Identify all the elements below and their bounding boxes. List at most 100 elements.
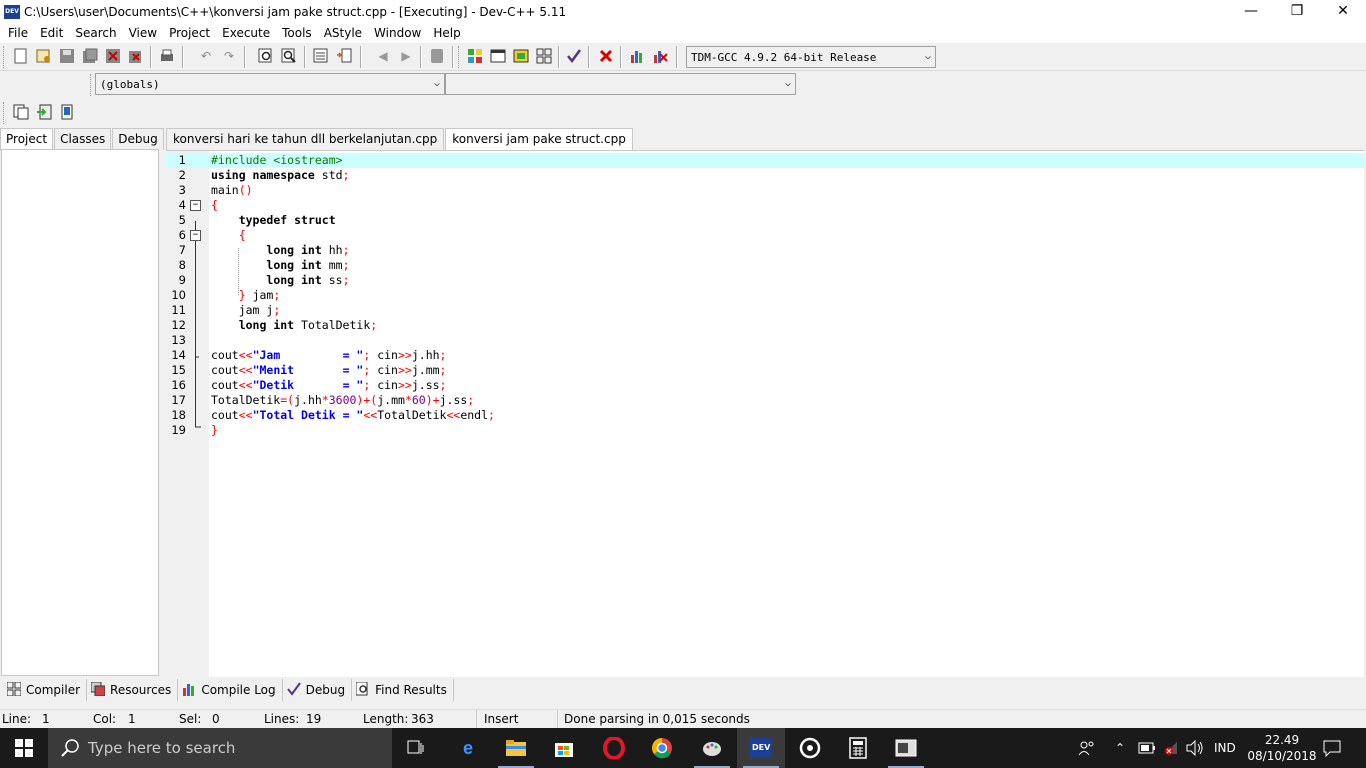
run-icon[interactable] <box>489 47 507 65</box>
start-button[interactable] <box>0 728 48 768</box>
tab-file-konversi-hari[interactable]: konversi hari ke tahun dll berkelanjutan… <box>166 128 444 150</box>
menu-tools[interactable]: Tools <box>276 26 318 40</box>
toolbar-grip[interactable] <box>3 102 6 124</box>
fold-collapse-icon[interactable]: − <box>190 230 201 241</box>
indent-icon[interactable] <box>312 47 330 65</box>
open-file-icon[interactable] <box>35 47 53 65</box>
save-icon[interactable] <box>58 47 76 65</box>
code-token: )+ <box>426 393 440 407</box>
edge-icon[interactable]: e <box>444 728 492 768</box>
toolbar-grip[interactable] <box>3 46 6 68</box>
obs-icon[interactable] <box>786 728 834 768</box>
menu-window[interactable]: Window <box>368 26 427 40</box>
tab-label: Resources <box>110 683 171 697</box>
restore-button[interactable]: ❐ <box>1274 0 1320 22</box>
goto-forward-icon[interactable]: ▶ <box>397 47 415 65</box>
volume-icon[interactable] <box>1185 728 1205 768</box>
print-icon[interactable] <box>158 47 176 65</box>
code-line: 7 long int hh; <box>166 243 1364 258</box>
project-tree-panel[interactable] <box>1 149 159 676</box>
menu-view[interactable]: View <box>123 26 163 40</box>
toolbar-grip[interactable] <box>458 46 461 68</box>
store-icon[interactable] <box>540 728 588 768</box>
input-language[interactable]: IND <box>1214 728 1236 768</box>
devcpp-taskbar-icon[interactable]: DEV <box>737 728 785 768</box>
paint-icon[interactable] <box>688 728 736 768</box>
code-token: TotalDetik <box>294 318 370 332</box>
code-token: * <box>322 393 329 407</box>
line-number: 13 <box>166 333 186 348</box>
stop-execution-icon[interactable] <box>597 47 615 65</box>
code-token: ; <box>273 303 280 317</box>
undo-icon[interactable]: ↶ <box>197 47 215 65</box>
menu-file[interactable]: File <box>2 26 34 40</box>
status-insert-mode: Insert <box>484 712 518 726</box>
rebuild-all-icon[interactable] <box>535 47 553 65</box>
line-number: 12 <box>166 318 186 333</box>
devcpp-app-icon[interactable]: DEV <box>4 5 20 19</box>
project-options-icon[interactable] <box>58 103 76 121</box>
close-all-icon[interactable] <box>127 47 145 65</box>
code-editor[interactable]: 1#include <iostream> 2using namespace st… <box>166 150 1364 677</box>
scope-select[interactable]: (globals) ⌵ <box>95 73 445 95</box>
calculator-icon[interactable] <box>834 728 882 768</box>
add-to-project-icon[interactable] <box>35 103 53 121</box>
new-file-icon[interactable] <box>12 47 30 65</box>
status-col-value: 1 <box>128 712 136 726</box>
file-explorer-icon[interactable] <box>492 728 540 768</box>
redo-icon[interactable]: ↷ <box>220 47 238 65</box>
people-icon[interactable] <box>1078 728 1096 768</box>
profile-icon[interactable] <box>628 47 646 65</box>
menu-search[interactable]: Search <box>69 26 122 40</box>
battery-icon[interactable] <box>1138 728 1156 768</box>
goto-back-icon[interactable]: ◀ <box>374 47 392 65</box>
toggle-bookmark-icon[interactable] <box>428 47 446 65</box>
tab-compile-log[interactable]: Compile Log <box>178 679 282 701</box>
network-disconnected-icon[interactable] <box>1163 728 1181 768</box>
console-window-icon[interactable] <box>882 728 930 768</box>
menu-edit[interactable]: Edit <box>34 26 69 40</box>
tab-resources[interactable]: Resources <box>87 679 178 701</box>
save-all-icon[interactable] <box>81 47 99 65</box>
tab-project[interactable]: Project <box>0 128 53 151</box>
minimize-button[interactable]: — <box>1228 0 1274 22</box>
task-view-icon[interactable] <box>392 728 440 768</box>
fold-collapse-icon[interactable]: − <box>190 200 201 211</box>
menu-help[interactable]: Help <box>427 26 466 40</box>
member-select[interactable]: ⌵ <box>445 73 796 95</box>
code-token: TotalDetik <box>211 393 280 407</box>
chrome-icon[interactable] <box>638 728 686 768</box>
tab-classes[interactable]: Classes <box>54 128 111 150</box>
tab-compiler[interactable]: Compiler <box>3 679 87 701</box>
compiler-select[interactable]: TDM-GCC 4.9.2 64-bit Release ⌵ <box>686 46 936 68</box>
clock[interactable]: 22.49 08/10/2018 <box>1244 728 1320 768</box>
taskbar-search-box[interactable]: Type here to search <box>48 728 392 768</box>
tab-debug-output[interactable]: Debug <box>283 679 352 701</box>
tab-file-konversi-jam[interactable]: konversi jam pake struct.cpp <box>445 128 633 150</box>
replace-icon[interactable] <box>280 47 298 65</box>
new-project-icon[interactable] <box>12 103 30 121</box>
chevron-up-icon[interactable]: ⌃ <box>1115 728 1125 768</box>
tab-find-results[interactable]: Find Results <box>352 679 454 701</box>
menu-execute[interactable]: Execute <box>216 26 276 40</box>
tab-debug[interactable]: Debug <box>112 128 163 150</box>
line-number: 14 <box>166 348 186 363</box>
close-file-icon[interactable] <box>104 47 122 65</box>
code-token: >> <box>398 363 412 377</box>
delete-profile-icon[interactable] <box>651 47 669 65</box>
find-icon[interactable] <box>257 47 275 65</box>
code-token: j.hh <box>412 348 440 362</box>
toolbar-separator <box>150 46 152 68</box>
menu-astyle[interactable]: AStyle <box>318 26 368 40</box>
close-button[interactable]: ✕ <box>1320 0 1366 22</box>
opera-icon[interactable] <box>590 728 638 768</box>
code-token: main <box>211 183 239 197</box>
compile-icon[interactable] <box>466 47 484 65</box>
menu-project[interactable]: Project <box>163 26 216 40</box>
toolbar-grip[interactable] <box>90 74 93 96</box>
notifications-icon[interactable] <box>1322 728 1342 768</box>
unindent-icon[interactable] <box>335 47 353 65</box>
compile-run-icon[interactable] <box>512 47 530 65</box>
code-token: "Menit = " <box>253 363 364 377</box>
syntax-check-icon[interactable] <box>565 47 583 65</box>
